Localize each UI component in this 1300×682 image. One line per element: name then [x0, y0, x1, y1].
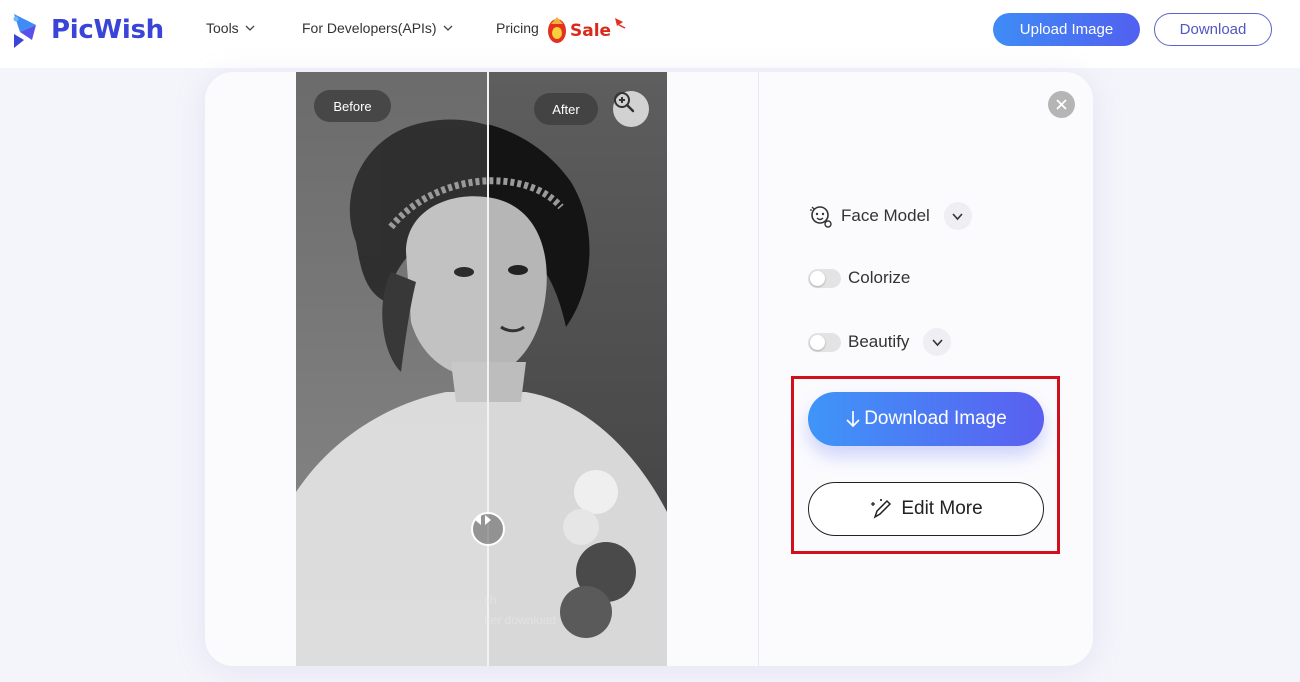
- before-after-preview[interactable]: Before After sh fter download: [296, 72, 667, 666]
- logo[interactable]: PicWish: [10, 10, 164, 50]
- zoom-in-icon: [614, 92, 635, 113]
- logo-icon: [13, 14, 36, 48]
- colorize-row: Colorize: [808, 268, 910, 288]
- panel-divider: [758, 72, 759, 666]
- watermark-line-2: fter download: [484, 613, 557, 627]
- edit-more-button[interactable]: Edit More: [808, 482, 1044, 536]
- watermark-line-1: sh: [484, 593, 497, 607]
- close-button[interactable]: [1048, 91, 1075, 118]
- split-divider[interactable]: [487, 72, 489, 666]
- portrait-image: [296, 72, 667, 666]
- colorize-toggle[interactable]: [808, 268, 841, 288]
- sale-gem-icon: [548, 17, 566, 43]
- sale-text: Sale: [570, 21, 611, 41]
- download-image-button[interactable]: Download Image: [808, 392, 1044, 446]
- nav-developers-label: For Developers(APIs): [302, 20, 437, 36]
- nav-pricing-label: Pricing: [496, 20, 539, 36]
- face-model-icon: [810, 206, 832, 228]
- face-model-label: Face Model: [841, 206, 930, 225]
- face-model-dropdown[interactable]: [943, 202, 972, 230]
- nav-tools-label: Tools: [206, 20, 239, 36]
- split-handle[interactable]: [471, 512, 505, 546]
- after-label: After: [534, 93, 598, 125]
- face-model-row[interactable]: Face Model: [808, 202, 972, 230]
- upload-image-button[interactable]: Upload Image: [993, 13, 1140, 46]
- edit-more-label: Edit More: [901, 498, 983, 519]
- magic-pencil-icon: [871, 499, 892, 519]
- colorize-label: Colorize: [848, 268, 911, 287]
- sale-badge[interactable]: Sale: [545, 12, 631, 48]
- watermark-text: sh fter download: [484, 590, 556, 630]
- beautify-label: Beautify: [848, 332, 910, 351]
- arrow-down-icon: [846, 411, 860, 428]
- split-arrows-icon: [475, 515, 491, 525]
- close-icon: [1056, 99, 1067, 110]
- nav-tools[interactable]: Tools: [206, 20, 255, 36]
- beautify-row: Beautify: [808, 328, 952, 356]
- beautify-dropdown[interactable]: [923, 328, 952, 356]
- chevron-down-icon: [932, 338, 943, 346]
- top-navbar: PicWish Tools For Developers(APIs) Prici…: [0, 0, 1300, 68]
- chevron-down-icon: [952, 212, 963, 220]
- chevron-down-icon: [443, 25, 453, 31]
- nav-developers[interactable]: For Developers(APIs): [302, 20, 453, 36]
- logo-text: PicWish: [51, 15, 164, 45]
- download-button[interactable]: Download: [1154, 13, 1272, 46]
- beautify-toggle[interactable]: [808, 332, 841, 352]
- chevron-down-icon: [245, 25, 255, 31]
- before-label: Before: [314, 90, 391, 122]
- download-image-label: Download Image: [864, 408, 1007, 429]
- zoom-button[interactable]: [613, 91, 649, 127]
- editor-card: Before After sh fter download Face Model…: [205, 72, 1093, 666]
- nav-pricing[interactable]: Pricing: [496, 20, 539, 36]
